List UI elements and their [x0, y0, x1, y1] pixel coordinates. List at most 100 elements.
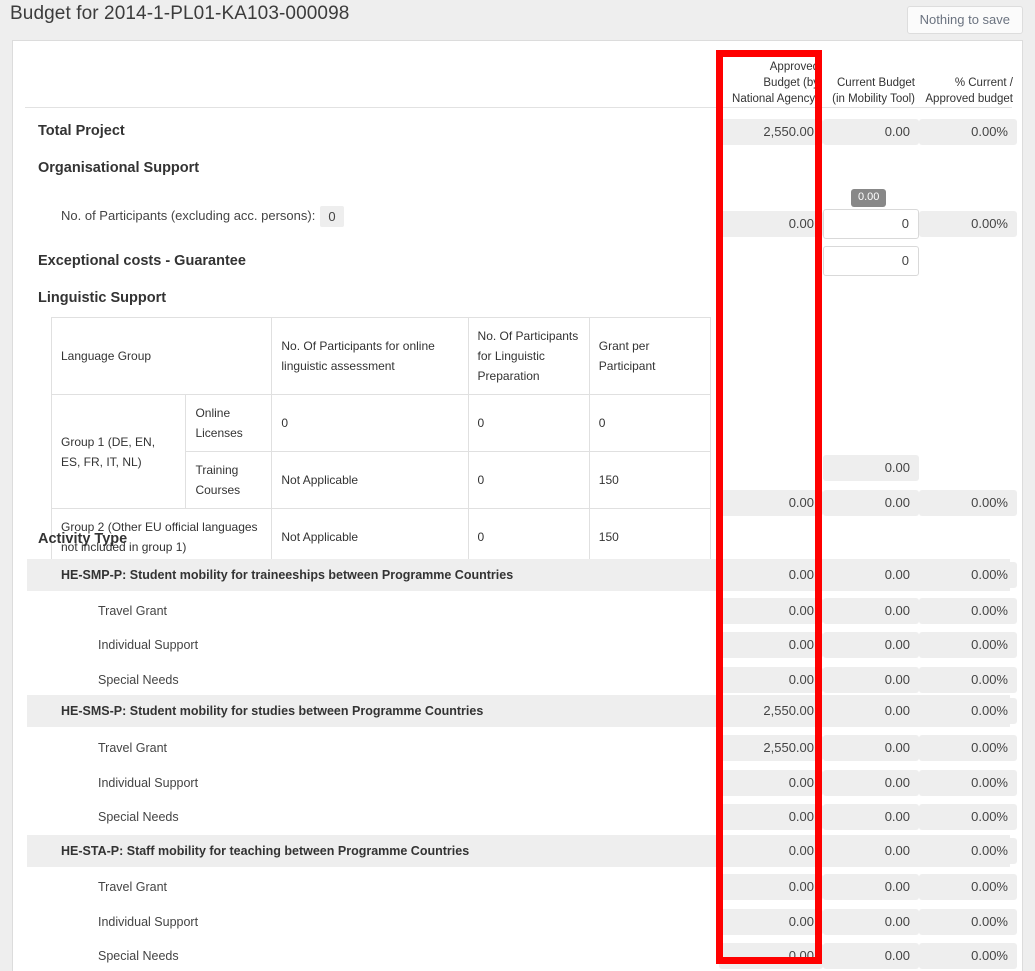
item-label-0-0: Travel Grant: [98, 604, 168, 618]
organisational-support-current-input[interactable]: 0: [823, 209, 919, 239]
item-1-2-percent: 0.00%: [919, 804, 1017, 830]
group-1-current: 0.00: [823, 698, 919, 724]
header-grant-per-participant: Grant per Participant: [588, 317, 712, 395]
participants-value: 0: [320, 206, 344, 227]
item-1-0-approved: 2,550.00: [719, 735, 823, 761]
item-0-1-percent: 0.00%: [919, 632, 1017, 658]
section-activity-type: Activity Type: [38, 531, 128, 547]
budget-column-headers: Approved Budget (by National Agency) Cur…: [13, 41, 1022, 108]
group-0-approved: 0.00: [719, 562, 823, 588]
activity-group-title-1: HE-SMS-P: Student mobility for studies b…: [61, 704, 484, 718]
item-1-2-approved: 0.00: [719, 804, 823, 830]
header-language-group: Language Group: [50, 317, 273, 395]
cell-g1tc-online-assessment: Not Applicable: [271, 451, 469, 509]
approved-line-2: Budget (by: [763, 77, 819, 89]
approved-line-1: Approved: [769, 61, 819, 73]
approved-line-3: National Agency): [732, 93, 819, 105]
section-linguistic-support: Linguistic Support: [38, 290, 167, 306]
item-label-0-2: Special Needs: [98, 673, 179, 687]
percent-line-2: Approved budget: [925, 93, 1013, 105]
budget-card: Approved Budget (by National Agency) Cur…: [12, 40, 1023, 971]
item-2-1-approved: 0.00: [719, 909, 823, 935]
column-header-current-budget: Current Budget (in Mobility Tool): [823, 75, 919, 107]
group-2-approved: 0.00: [719, 838, 823, 864]
item-2-1-percent: 0.00%: [919, 909, 1017, 935]
item-1-0-current: 0.00: [823, 735, 919, 761]
table-header-row: Language Group No. Of Participants for o…: [50, 317, 712, 395]
organisational-support-approved: 0.00: [719, 211, 823, 237]
activity-group-title-2: HE-STA-P: Staff mobility for teaching be…: [61, 844, 470, 858]
exceptional-costs-current-input[interactable]: 0: [823, 246, 919, 276]
item-1-1-approved: 0.00: [719, 770, 823, 796]
cell-group-1-name: Group 1 (DE, EN, ES, FR, IT, NL): [50, 394, 187, 509]
page-header: Budget for 2014-1-PL01-KA103-000098 Noth…: [0, 0, 1035, 40]
group-1-approved: 2,550.00: [719, 698, 823, 724]
column-header-percent: % Current / Approved budget: [919, 75, 1017, 107]
item-2-0-approved: 0.00: [719, 874, 823, 900]
linguistic-support-total-percent: 0.00%: [919, 490, 1017, 516]
item-label-1-2: Special Needs: [98, 810, 179, 824]
item-0-1-current: 0.00: [823, 632, 919, 658]
nothing-to-save-button[interactable]: Nothing to save: [906, 6, 1023, 34]
cell-g1-linguistic-preparation: 0: [467, 394, 590, 452]
percent-line-1: % Current /: [954, 77, 1013, 89]
total-project-current: 0.00: [823, 119, 919, 145]
section-organisational-support: Organisational Support: [38, 160, 200, 176]
item-label-1-1: Individual Support: [98, 776, 199, 790]
item-2-0-percent: 0.00%: [919, 874, 1017, 900]
cell-g2-linguistic-preparation: 0: [467, 508, 590, 566]
item-0-2-approved: 0.00: [719, 667, 823, 693]
total-project-percent: 0.00%: [919, 119, 1017, 145]
group-2-current: 0.00: [823, 838, 919, 864]
item-label-2-2: Special Needs: [98, 949, 179, 963]
item-2-2-current: 0.00: [823, 943, 919, 969]
group-0-current: 0.00: [823, 562, 919, 588]
cell-g1-grant: 0: [588, 394, 712, 452]
header-online-assessment: No. Of Participants for online linguisti…: [271, 317, 469, 395]
item-1-0-percent: 0.00%: [919, 735, 1017, 761]
item-2-0-current: 0.00: [823, 874, 919, 900]
linguistic-support-total-current: 0.00: [823, 490, 919, 516]
cell-g2-grant: 150: [588, 508, 712, 566]
table-row: Group 1 (DE, EN, ES, FR, IT, NL) Online …: [50, 394, 712, 509]
cell-group-1-training-courses: Training Courses: [185, 451, 273, 509]
cell-g1tc-grant: 150: [588, 451, 712, 509]
current-line-2: (in Mobility Tool): [832, 93, 915, 105]
group-1-percent: 0.00%: [919, 698, 1017, 724]
total-project-approved: 2,550.00: [719, 119, 823, 145]
linguistic-support-table: Language Group No. Of Participants for o…: [50, 317, 712, 566]
activity-group-title-0: HE-SMP-P: Student mobility for traineesh…: [61, 568, 514, 582]
item-0-1-approved: 0.00: [719, 632, 823, 658]
item-0-0-approved: 0.00: [719, 598, 823, 624]
linguistic-support-current-extra: 0.00: [823, 455, 919, 481]
table-row: Group 2 (Other EU official languages not…: [50, 508, 712, 566]
participants-row: No. of Participants (excluding acc. pers…: [61, 206, 344, 227]
item-2-2-percent: 0.00%: [919, 943, 1017, 969]
item-label-0-1: Individual Support: [98, 638, 199, 652]
cell-g2-online-assessment: Not Applicable: [271, 508, 469, 566]
group-0-percent: 0.00%: [919, 562, 1017, 588]
header-linguistic-preparation: No. Of Participants for Linguistic Prepa…: [467, 317, 590, 395]
section-exceptional-costs: Exceptional costs - Guarantee: [38, 253, 246, 269]
column-header-approved-budget: Approved Budget (by National Agency): [719, 59, 823, 107]
item-label-1-0: Travel Grant: [98, 741, 168, 755]
cell-g1tc-linguistic-preparation: 0: [467, 451, 590, 509]
header-divider: [25, 107, 1012, 108]
item-0-2-percent: 0.00%: [919, 667, 1017, 693]
organisational-support-percent: 0.00%: [919, 211, 1017, 237]
page-title: Budget for 2014-1-PL01-KA103-000098: [10, 3, 350, 24]
item-1-2-current: 0.00: [823, 804, 919, 830]
organisational-support-tooltip: 0.00: [851, 189, 887, 207]
current-line-1: Current Budget: [837, 77, 915, 89]
item-1-1-current: 0.00: [823, 770, 919, 796]
participants-label: No. of Participants (excluding acc. pers…: [61, 207, 316, 223]
cell-group-1-online-licenses: Online Licenses: [185, 394, 273, 452]
item-label-2-1: Individual Support: [98, 915, 199, 929]
item-1-1-percent: 0.00%: [919, 770, 1017, 796]
item-label-2-0: Travel Grant: [98, 880, 168, 894]
section-total-project: Total Project: [38, 123, 125, 139]
item-2-2-approved: 0.00: [719, 943, 823, 969]
item-2-1-current: 0.00: [823, 909, 919, 935]
linguistic-support-total-approved: 0.00: [719, 490, 823, 516]
item-0-0-current: 0.00: [823, 598, 919, 624]
